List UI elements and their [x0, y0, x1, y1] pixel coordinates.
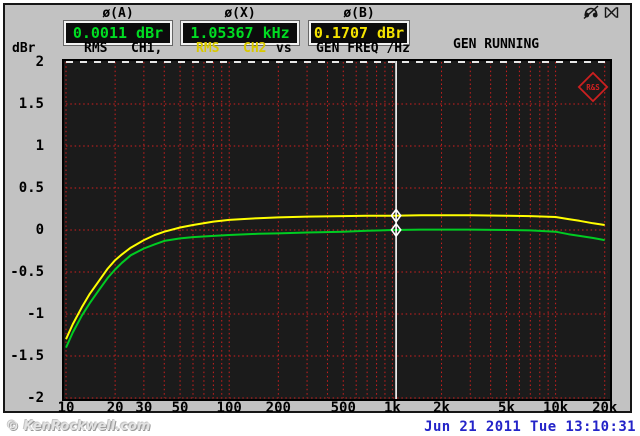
x-tick-label: 500: [330, 400, 356, 416]
avg-x-label: ø(X): [224, 6, 256, 21]
y-tick-label: -1.5: [10, 348, 44, 364]
x-tick-label: 10: [57, 400, 75, 416]
generator-status: GEN RUNNING: [453, 37, 540, 52]
x-tick-label: 20k: [592, 400, 618, 416]
x-tick-label: 10k: [542, 400, 569, 416]
y-tick-label: -2: [27, 390, 44, 406]
y-tick-label: -1: [27, 306, 44, 322]
watermark: © KenRockwell.com: [6, 419, 151, 434]
y-tick-label: 0.5: [18, 180, 44, 196]
frequency-response-plot: R&S: [62, 59, 612, 401]
trace2-channel-label: CH2: [243, 41, 267, 56]
y-tick-label: 1: [35, 138, 44, 154]
trace2-function-label: RMS: [196, 41, 220, 56]
y-tick-label: -0.5: [10, 264, 44, 280]
analyzer-page: ø(A) ø(X) ø(B) 0.0011 dBr 1.05367 kHz 0.…: [0, 0, 640, 436]
headphones-muted-icon: [583, 5, 599, 20]
y-tick-label: 1.5: [18, 96, 44, 112]
avg-b-label: ø(B): [343, 6, 375, 21]
trace1-channel-label: CH1,: [131, 41, 163, 56]
y-tick-label: 0: [35, 222, 44, 238]
svg-text:R&S: R&S: [586, 83, 600, 92]
x-tick-label: 5k: [498, 400, 515, 416]
x-tick-label: 50: [171, 400, 189, 416]
avg-a-label: ø(A): [102, 6, 134, 21]
x-axis-title: GEN FREQ /Hz: [316, 41, 410, 56]
vs-label: vs: [276, 41, 292, 56]
x-tick-label: 1k: [383, 400, 401, 416]
speaker-muted-icon: [604, 7, 619, 18]
x-tick-label: 200: [265, 400, 291, 416]
trace1-function-label: RMS: [84, 41, 108, 56]
datetime-stamp: Jun 21 2011 Tue 13:10:31: [424, 419, 636, 435]
x-tick-label: 100: [216, 400, 242, 416]
monitor-icons: [583, 5, 619, 20]
y-tick-label: 2: [35, 54, 44, 70]
x-tick-label: 2k: [433, 400, 450, 416]
